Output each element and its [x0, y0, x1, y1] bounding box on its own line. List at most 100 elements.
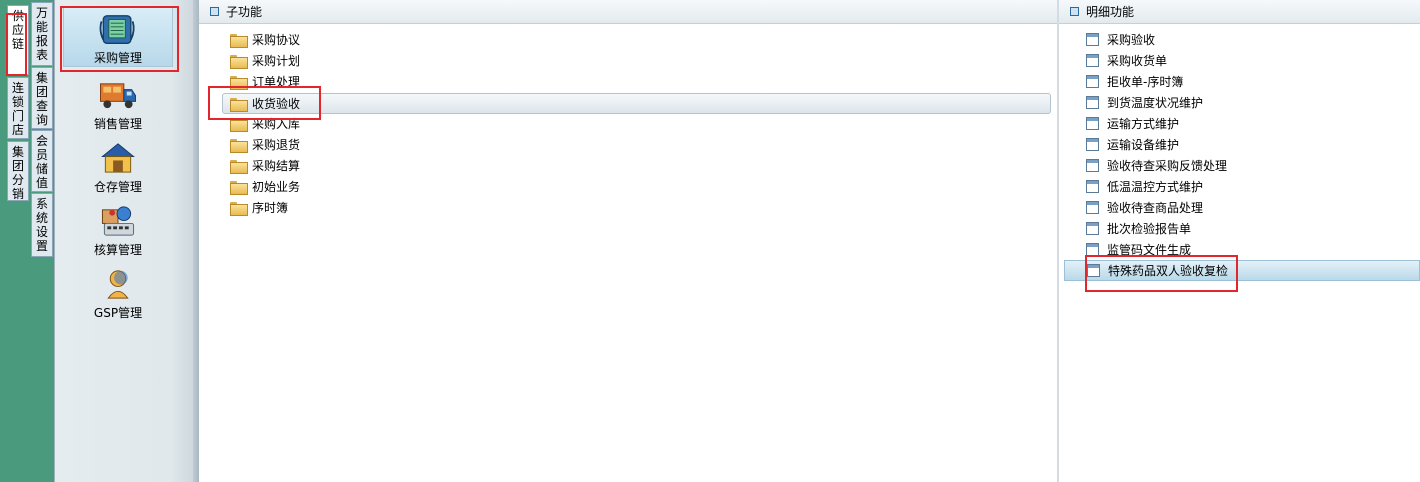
item-label: 采购收货单 [1107, 54, 1168, 68]
folder-icon [230, 33, 248, 48]
item-label: 低温温控方式维护 [1107, 180, 1204, 194]
purchase-register-icon [99, 15, 135, 45]
module-label: GSP管理 [93, 306, 143, 320]
module-label: 仓存管理 [93, 180, 142, 194]
list-item[interactable]: 验收待查采购反馈处理 [1086, 155, 1227, 176]
list-item[interactable]: 监管码文件生成 [1086, 239, 1191, 260]
tab-label: 系统设置 [35, 197, 48, 253]
document-icon [1086, 96, 1099, 109]
tab-label: 集团分销 [11, 145, 24, 201]
tab-member-stored-value[interactable]: 会员储值 [31, 130, 53, 192]
module-label: 销售管理 [93, 117, 142, 131]
item-label: 拒收单-序时簿 [1107, 75, 1184, 89]
document-icon [1086, 159, 1099, 172]
item-label: 批次检验报告单 [1107, 222, 1192, 236]
list-item[interactable]: 运输设备维护 [1086, 134, 1179, 155]
item-label: 采购协议 [252, 33, 301, 47]
item-label: 收货验收 [252, 97, 301, 111]
document-icon [1086, 201, 1099, 214]
list-item[interactable]: 低温温控方式维护 [1086, 176, 1203, 197]
list-item[interactable]: 拒收单-序时簿 [1086, 71, 1183, 92]
folder-icon [230, 54, 248, 69]
tab-chain-stores[interactable]: 连锁门店 [7, 77, 29, 139]
item-label: 采购退货 [252, 138, 301, 152]
document-icon [1086, 117, 1099, 130]
tab-label: 万能报表 [35, 6, 48, 62]
item-label: 监管码文件生成 [1107, 243, 1192, 257]
module-label: 核算管理 [93, 243, 142, 257]
item-label: 序时簿 [252, 201, 289, 215]
folder-icon [230, 75, 248, 90]
list-item[interactable]: 采购入库 [230, 113, 300, 134]
panel-title: 子功能 [226, 5, 263, 19]
document-icon [1086, 243, 1099, 256]
item-label: 运输方式维护 [1107, 117, 1180, 131]
tab-group-distribution[interactable]: 集团分销 [7, 141, 29, 201]
delivery-truck-icon [100, 83, 136, 109]
sub-function-header: 子功能 [199, 0, 1057, 24]
document-icon [1086, 33, 1099, 46]
item-label: 到货温度状况维护 [1107, 96, 1204, 110]
list-item[interactable]: 采购计划 [230, 50, 300, 71]
tab-label: 会员储值 [35, 134, 48, 190]
tab-universal-reports[interactable]: 万能报表 [31, 2, 53, 66]
list-item[interactable]: 运输方式维护 [1086, 113, 1179, 134]
list-item[interactable]: 订单处理 [230, 71, 300, 92]
module-gsp[interactable]: GSP管理 [63, 261, 173, 321]
list-item[interactable]: 采购结算 [230, 155, 300, 176]
item-label: 采购计划 [252, 54, 301, 68]
folder-icon [230, 201, 248, 216]
document-icon [1086, 138, 1099, 151]
list-item[interactable]: 采购协议 [230, 29, 300, 50]
list-item[interactable]: 验收待查商品处理 [1086, 197, 1203, 218]
module-purchase[interactable]: 采购管理 [63, 7, 173, 67]
left-nav-strip: 供应链 连锁门店 集团分销 万能报表 集团查询 会员储值 系统设置 [0, 0, 54, 482]
list-item[interactable]: 采购收货单 [1086, 50, 1167, 71]
item-label: 采购验收 [1107, 33, 1156, 47]
module-accounting[interactable]: 核算管理 [63, 198, 173, 258]
list-item-selected[interactable]: 特殊药品双人验收复检 [1064, 260, 1420, 281]
module-column: 采购管理 销售管理 仓存管理 核算管理 GSP管理 [54, 0, 199, 482]
module-sales[interactable]: 销售管理 [63, 72, 173, 132]
document-icon [1087, 264, 1100, 277]
detail-function-header: 明细功能 [1059, 0, 1420, 24]
gsp-person-icon [107, 270, 129, 299]
folder-open-icon [230, 97, 248, 112]
item-label: 采购结算 [252, 159, 301, 173]
panel-title: 明细功能 [1086, 5, 1135, 19]
list-item[interactable]: 采购退货 [230, 134, 300, 155]
folder-icon [230, 117, 248, 132]
tab-system-settings[interactable]: 系统设置 [31, 193, 53, 257]
list-item-selected[interactable]: 收货验收 [222, 93, 1051, 114]
module-label: 采购管理 [93, 51, 142, 65]
folder-icon [230, 180, 248, 195]
list-item[interactable]: 到货温度状况维护 [1086, 92, 1203, 113]
item-label: 验收待查采购反馈处理 [1107, 159, 1228, 173]
list-item[interactable]: 批次检验报告单 [1086, 218, 1191, 239]
list-item[interactable]: 采购验收 [1086, 29, 1155, 50]
sub-function-panel: 子功能 采购协议 采购计划 订单处理 收货验收 采购入库 采购退货 采购结算 初… [199, 0, 1057, 482]
item-label: 订单处理 [252, 75, 301, 89]
warehouse-icon [101, 143, 135, 173]
item-label: 运输设备维护 [1107, 138, 1180, 152]
folder-icon [230, 138, 248, 153]
document-icon [1086, 75, 1099, 88]
document-icon [1086, 54, 1099, 67]
tab-group-query[interactable]: 集团查询 [31, 67, 53, 129]
list-item[interactable]: 序时簿 [230, 197, 288, 218]
module-warehouse[interactable]: 仓存管理 [63, 135, 173, 195]
header-bullet-icon [210, 7, 219, 16]
list-item[interactable]: 初始业务 [230, 176, 300, 197]
folder-icon [230, 159, 248, 174]
item-label: 特殊药品双人验收复检 [1108, 264, 1229, 278]
document-icon [1086, 222, 1099, 235]
item-label: 验收待查商品处理 [1107, 201, 1204, 215]
item-label: 初始业务 [252, 180, 301, 194]
tab-supply-chain[interactable]: 供应链 [7, 5, 29, 75]
document-icon [1086, 180, 1099, 193]
item-label: 采购入库 [252, 117, 301, 131]
accounting-icon [101, 206, 135, 236]
tab-label: 供应链 [11, 9, 24, 51]
tab-label: 连锁门店 [11, 81, 24, 137]
header-bullet-icon [1070, 7, 1079, 16]
